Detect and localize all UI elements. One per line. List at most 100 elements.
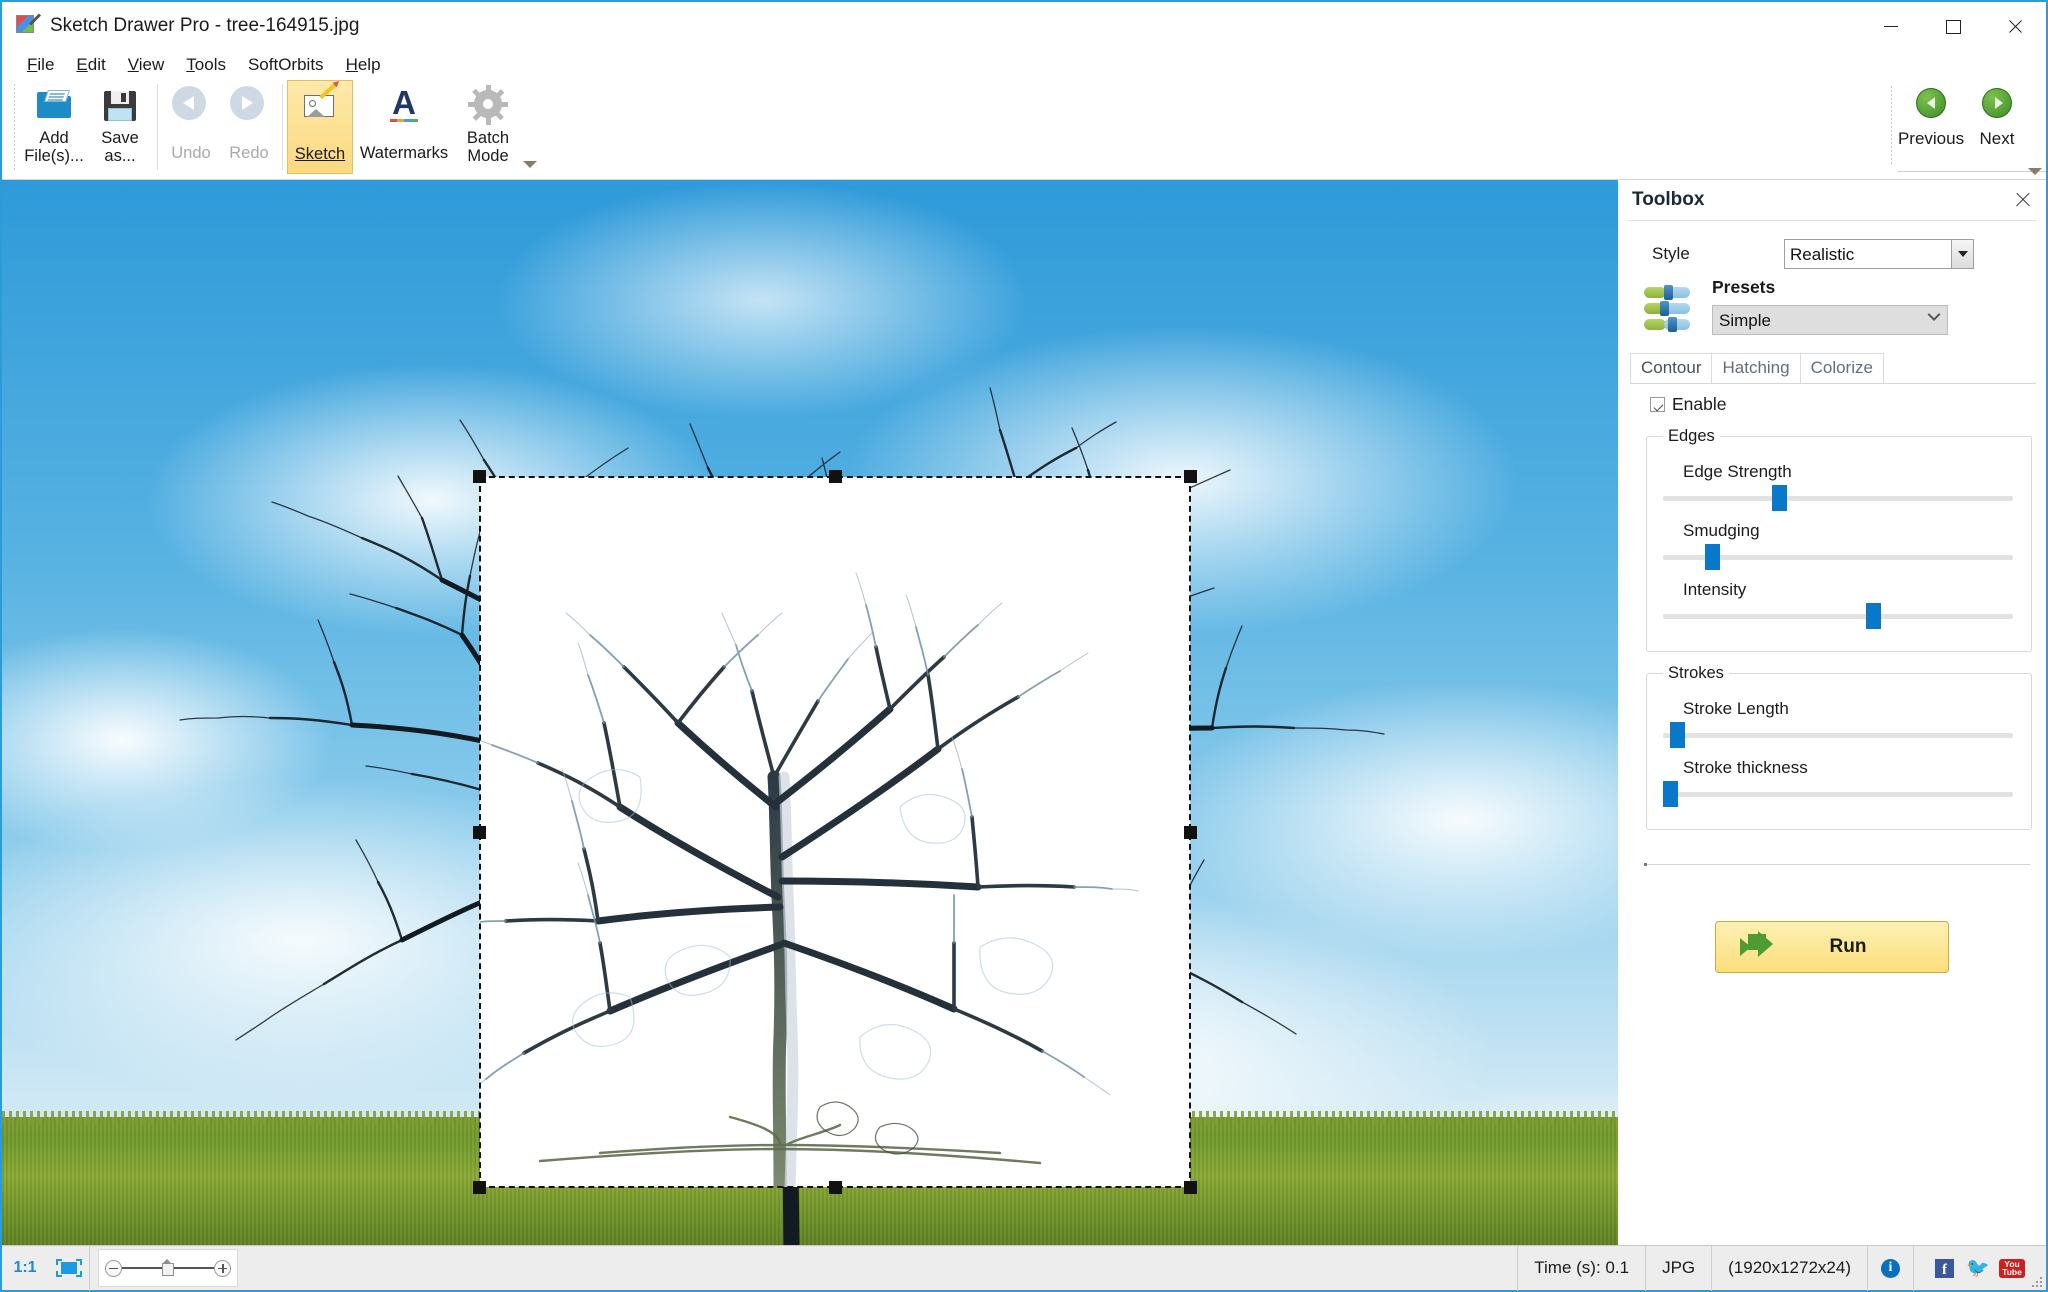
previous-button[interactable]: Previous (1898, 80, 1964, 171)
add-files-label-2: File(s)... (24, 147, 84, 166)
slider-thumb[interactable] (1866, 603, 1881, 629)
zoom-in-icon[interactable] (214, 1259, 231, 1277)
enable-label: Enable (1672, 394, 1727, 414)
dimensions-status: (1920x1272x24) (1712, 1245, 1868, 1291)
smudging-slider[interactable] (1663, 544, 2013, 570)
youtube-line-2: Tube (2002, 1267, 2022, 1277)
fit-to-window-icon (55, 1259, 82, 1277)
info-icon: i (1881, 1258, 1900, 1278)
ribbon-expand-icon[interactable] (523, 161, 537, 168)
zoom-slider-handle[interactable] (162, 1259, 174, 1276)
app-logo-icon (16, 13, 42, 37)
edge-strength-label: Edge Strength (1683, 462, 1792, 481)
original-tree-photo (179, 387, 1385, 1249)
style-label: Style (1652, 244, 1690, 263)
letter-a-icon: A (385, 86, 423, 124)
ribbon-toolbar: Add File(s)... Save as... Undo Redo Sket… (2, 80, 2046, 180)
toolbox-close-icon[interactable] (2012, 189, 2034, 211)
strokes-legend: Strokes (1668, 664, 1724, 682)
ribbon-right-group: Previous Next (1885, 80, 2046, 180)
slider-rail (1663, 792, 2013, 797)
zoom-slider[interactable] (98, 1249, 238, 1287)
edge-strength-slider[interactable] (1663, 485, 2013, 511)
format-status: JPG (1646, 1245, 1713, 1291)
next-label: Next (1979, 129, 2015, 148)
close-button[interactable] (1984, 2, 2046, 50)
next-arrow-icon (1982, 88, 2012, 118)
tab-contour[interactable]: Contour (1630, 353, 1713, 383)
window-controls (1860, 2, 2046, 50)
sliders-icon (1644, 285, 1698, 337)
window-title: Sketch Drawer Pro - tree-164915.jpg (50, 15, 360, 36)
menu-item-view[interactable]: View (117, 53, 176, 77)
slider-thumb[interactable] (1705, 544, 1720, 570)
enable-checkbox[interactable] (1650, 397, 1665, 412)
zoom-track-left (122, 1267, 162, 1269)
menu-item-tools[interactable]: Tools (175, 53, 237, 77)
menu-item-file[interactable]: FFileile (16, 53, 65, 77)
info-button[interactable]: i (1868, 1245, 1914, 1291)
run-button-label: Run (1829, 936, 1867, 957)
menu-bar: FFileile Edit View Tools SoftOrbits Help (2, 50, 2046, 80)
navigation-expand-icon[interactable] (2028, 168, 2042, 175)
menu-item-help[interactable]: Help (335, 53, 392, 77)
run-button[interactable]: Run (1715, 921, 1949, 973)
edges-group: Edges Edge Strength Smudging Intensity (1646, 427, 2032, 652)
twitter-icon[interactable]: 🐦 (1966, 1259, 1990, 1278)
maximize-button[interactable] (1922, 2, 1984, 50)
slider-thumb[interactable] (1771, 485, 1787, 511)
application-window: Sketch Drawer Pro - tree-164915.jpg FFil… (0, 0, 2048, 1292)
redo-label: Redo (229, 144, 269, 162)
zoom-track-right (174, 1267, 214, 1269)
minimize-icon (1884, 19, 1898, 33)
toolbox-panel: Toolbox Style Realistic Presets Simple C… (1618, 180, 2046, 1249)
smudging-label: Smudging (1683, 521, 1760, 540)
menu-item-softorbits[interactable]: SoftOrbits (237, 53, 335, 77)
menu-item-edit[interactable]: Edit (65, 53, 116, 77)
save-as-button[interactable]: Save as... (87, 80, 153, 176)
strokes-group: Strokes Stroke Length Stroke thickness (1646, 664, 2032, 830)
redo-button[interactable]: Redo (220, 80, 278, 176)
minimize-button[interactable] (1860, 2, 1922, 50)
save-as-label-1: Save (101, 129, 139, 147)
edges-legend: Edges (1668, 427, 1715, 445)
youtube-icon[interactable]: You Tube (1999, 1258, 2025, 1278)
presets-row: Presets Simple (1628, 277, 2036, 337)
batch-mode-button[interactable]: Batch Mode (455, 80, 521, 176)
undo-button[interactable]: Undo (162, 80, 220, 176)
presets-select[interactable]: Simple (1712, 305, 1948, 335)
fit-to-window-button[interactable] (48, 1245, 90, 1291)
slider-thumb[interactable] (1670, 722, 1685, 748)
stroke-length-slider[interactable] (1663, 722, 2013, 748)
facebook-icon[interactable]: f (1935, 1258, 1954, 1278)
green-play-arrow-icon (1738, 931, 1778, 961)
style-select-wrapper: Realistic (1784, 239, 1974, 269)
watermarks-button[interactable]: A Watermarks (353, 80, 455, 176)
style-select[interactable]: Realistic (1784, 239, 1974, 269)
tab-colorize[interactable]: Colorize (1799, 353, 1884, 383)
previous-arrow-icon (1916, 88, 1946, 118)
zoom-ratio-label[interactable]: 1:1 (2, 1246, 48, 1291)
add-files-button[interactable]: Add File(s)... (21, 80, 87, 176)
zoom-out-icon[interactable] (105, 1259, 122, 1277)
toolbox-body: Style Realistic Presets Simple Contour H… (1628, 220, 2036, 1249)
social-links: f 🐦 You Tube (1914, 1246, 2046, 1291)
undo-label: Undo (171, 144, 211, 162)
close-icon (2008, 19, 2022, 33)
run-button-wrapper: Run (1628, 921, 2036, 973)
slider-rail (1663, 496, 2013, 501)
image-canvas[interactable] (2, 180, 1618, 1249)
resize-grip[interactable] (2031, 1276, 2043, 1288)
intensity-slider[interactable] (1663, 603, 2013, 629)
stroke-thickness-slider[interactable] (1663, 781, 2013, 807)
slider-rail (1663, 733, 2013, 738)
tab-hatching[interactable]: Hatching (1711, 353, 1801, 383)
effect-tabs: Contour Hatching Colorize (1630, 353, 2036, 384)
sketch-button[interactable]: Sketch (287, 80, 353, 174)
slider-thumb[interactable] (1663, 781, 1678, 807)
enable-checkbox-row[interactable]: Enable (1650, 394, 2036, 415)
toolbox-divider (1646, 864, 2030, 865)
next-button[interactable]: Next (1964, 80, 2030, 171)
batch-mode-label-2: Mode (467, 147, 509, 166)
title-bar: Sketch Drawer Pro - tree-164915.jpg (2, 2, 2046, 50)
